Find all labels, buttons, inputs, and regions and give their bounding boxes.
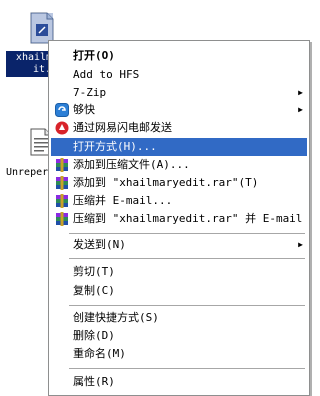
- submenu-arrow-icon: ▶: [298, 105, 303, 114]
- blank-icon: [53, 309, 71, 327]
- netease-icon: [53, 119, 71, 137]
- menu-item-compress-to-rar-and-email[interactable]: 压缩到 "xhailmaryedit.rar" 并 E-mail: [51, 210, 307, 228]
- submenu-arrow-icon: ▶: [298, 240, 303, 249]
- blank-icon: [53, 47, 71, 65]
- gokuai-icon: [53, 101, 71, 119]
- blank-icon: [53, 373, 71, 391]
- menu-item-open-with[interactable]: 打开方式(H)...: [51, 138, 307, 156]
- menu-item-add-to-rar[interactable]: 添加到 "xhailmaryedit.rar"(T): [51, 174, 307, 192]
- menu-item-send-to[interactable]: 发送到(N) ▶: [51, 236, 307, 254]
- menu-separator: [69, 258, 305, 259]
- menu-item-copy[interactable]: 复制(C): [51, 282, 307, 300]
- menu-item-add-to-hfs[interactable]: Add to HFS: [51, 66, 307, 84]
- blank-icon: [53, 282, 71, 300]
- menu-item-properties[interactable]: 属性(R): [51, 373, 307, 391]
- menu-item-rename[interactable]: 重命名(M): [51, 345, 307, 363]
- context-menu: 打开(O) Add to HFS 7-Zip ▶ 够快 ▶ 通过网易闪电邮发送: [48, 40, 310, 396]
- blank-icon: [53, 345, 71, 363]
- blank-icon: [53, 236, 71, 254]
- menu-item-compress-and-email[interactable]: 压缩并 E-mail...: [51, 192, 307, 210]
- blank-icon: [53, 327, 71, 345]
- winrar-icon: [53, 192, 71, 210]
- submenu-arrow-icon: ▶: [298, 88, 303, 97]
- menu-item-gokuai[interactable]: 够快 ▶: [51, 101, 307, 119]
- menu-item-delete[interactable]: 删除(D): [51, 327, 307, 345]
- blank-icon: [53, 263, 71, 281]
- blank-icon: [53, 84, 71, 102]
- winrar-icon: [53, 156, 71, 174]
- menu-separator: [69, 305, 305, 306]
- menu-item-create-shortcut[interactable]: 创建快捷方式(S): [51, 309, 307, 327]
- menu-item-send-via-netease[interactable]: 通过网易闪电邮发送: [51, 119, 307, 137]
- menu-item-open[interactable]: 打开(O): [51, 47, 307, 65]
- menu-separator: [69, 368, 305, 369]
- winrar-icon: [53, 174, 71, 192]
- menu-item-cut[interactable]: 剪切(T): [51, 263, 307, 281]
- menu-separator: [69, 233, 305, 234]
- menu-item-add-to-archive[interactable]: 添加到压缩文件(A)...: [51, 156, 307, 174]
- blank-icon: [53, 66, 71, 84]
- blank-icon: [53, 138, 71, 156]
- menu-item-7zip[interactable]: 7-Zip ▶: [51, 84, 307, 102]
- winrar-icon: [53, 210, 71, 228]
